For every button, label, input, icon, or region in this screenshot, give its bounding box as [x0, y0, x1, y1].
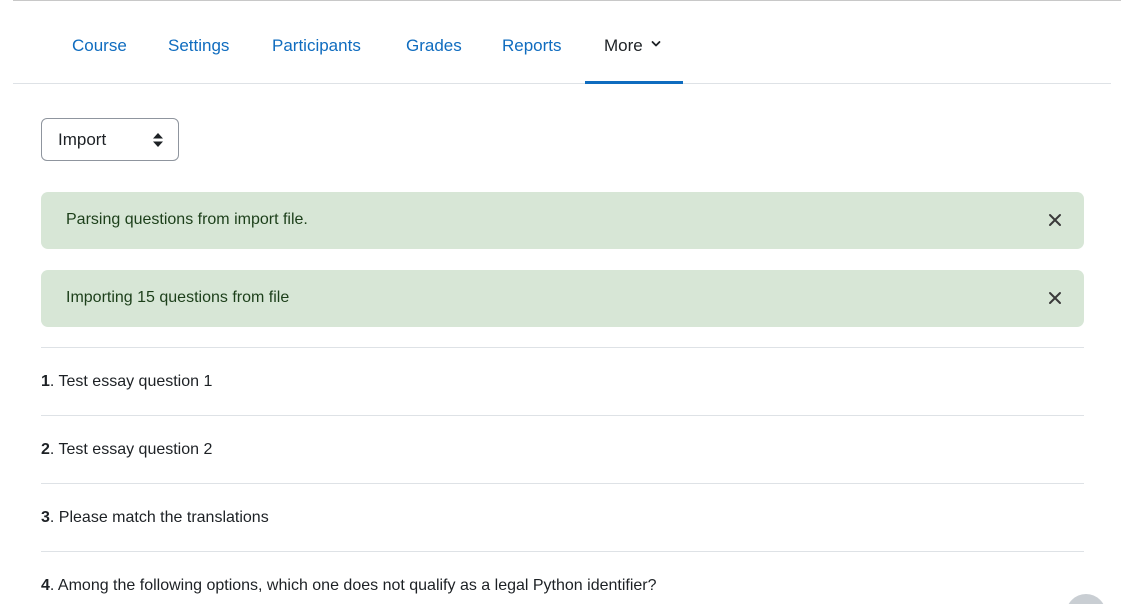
- question-number: 1: [41, 373, 50, 390]
- floating-action-button[interactable]: [1066, 594, 1106, 604]
- secondary-navigation: Course Settings Participants Grades Repo…: [13, 9, 1111, 84]
- close-icon[interactable]: [1048, 291, 1062, 305]
- sort-arrows-icon: [153, 133, 163, 147]
- question-number: 3: [41, 509, 50, 526]
- question-text: . Among the following options, which one…: [49, 577, 657, 594]
- question-text: . Please match the translations: [49, 509, 269, 526]
- tab-settings[interactable]: Settings: [168, 36, 229, 56]
- alert-parsing: Parsing questions from import file.: [41, 192, 1084, 249]
- list-item: 1. Test essay question 1: [41, 373, 212, 391]
- chevron-down-icon: [652, 41, 661, 47]
- question-number: 4: [41, 577, 50, 594]
- tab-more-label: More: [604, 36, 643, 55]
- tab-course[interactable]: Course: [72, 36, 127, 56]
- active-tab-indicator: [585, 81, 683, 84]
- divider: [41, 415, 1084, 416]
- question-number: 2: [41, 441, 50, 458]
- divider: [41, 551, 1084, 552]
- list-item: 3. Please match the translations: [41, 509, 269, 527]
- close-icon[interactable]: [1048, 213, 1062, 227]
- question-text: . Test essay question 1: [49, 373, 213, 390]
- action-select[interactable]: Import: [41, 118, 179, 161]
- page: Course Settings Participants Grades Repo…: [0, 0, 1121, 604]
- tab-reports[interactable]: Reports: [502, 36, 562, 56]
- tab-participants[interactable]: Participants: [272, 36, 361, 56]
- alert-importing: Importing 15 questions from file: [41, 270, 1084, 327]
- list-item: 4. Among the following options, which on…: [41, 577, 657, 595]
- alert-text: Parsing questions from import file.: [66, 211, 308, 228]
- action-select-value: Import: [58, 130, 107, 149]
- question-text: . Test essay question 2: [49, 441, 213, 458]
- top-border: [13, 0, 1121, 1]
- divider: [41, 483, 1084, 484]
- tab-more[interactable]: More: [604, 36, 661, 56]
- alert-text: Importing 15 questions from file: [66, 289, 290, 306]
- list-item: 2. Test essay question 2: [41, 441, 212, 459]
- tab-grades[interactable]: Grades: [406, 36, 462, 56]
- divider: [41, 347, 1084, 348]
